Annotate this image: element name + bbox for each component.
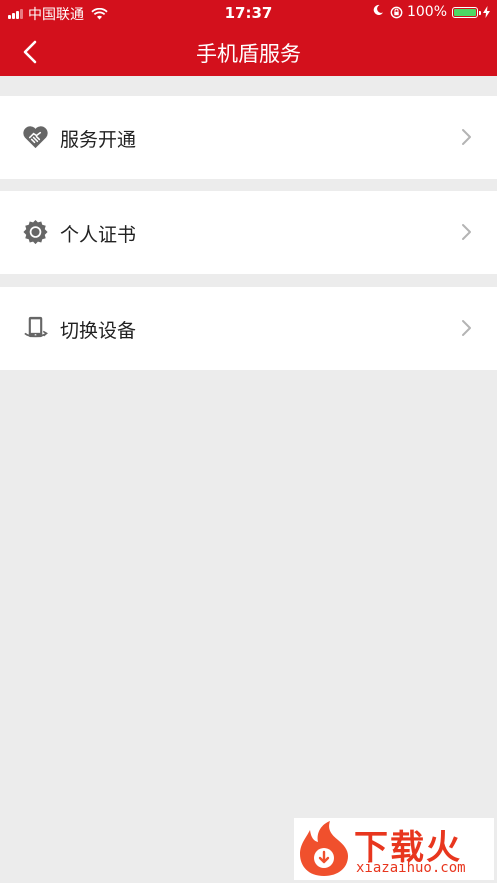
- status-right: 100%: [372, 4, 490, 20]
- nav-bar: 手机盾服务: [0, 26, 497, 76]
- chevron-right-icon: [462, 129, 471, 145]
- chevron-right-icon: [462, 320, 471, 336]
- menu-item-switch-device[interactable]: 切换设备: [0, 287, 497, 370]
- watermark: 下载火 xiazaihuo.com: [294, 818, 494, 880]
- phone-swap-icon: [24, 316, 48, 338]
- battery-fill: [454, 8, 476, 16]
- battery-percent: 100%: [406, 4, 447, 20]
- certificate-icon: [23, 219, 48, 245]
- page-title: 手机盾服务: [196, 42, 301, 66]
- menu-label-personal-certificate: 个人证书: [60, 224, 137, 246]
- menu-item-personal-certificate[interactable]: 个人证书: [0, 191, 497, 274]
- chevron-right-icon: [462, 224, 471, 240]
- battery-icon: [452, 6, 481, 18]
- watermark-text-en: xiazaihuo.com: [356, 860, 466, 876]
- flame-logo-icon: [300, 821, 348, 876]
- handshake-icon: [23, 126, 48, 149]
- moon-icon: [372, 4, 384, 20]
- orientation-lock-icon: [390, 6, 403, 19]
- menu-label-switch-device: 切换设备: [60, 320, 137, 342]
- status-bar: 中国联通 17:37 100%: [0, 0, 497, 26]
- menu-label-service-activation: 服务开通: [60, 129, 137, 151]
- menu-item-service-activation[interactable]: 服务开通: [0, 96, 497, 179]
- charging-icon: [483, 6, 490, 18]
